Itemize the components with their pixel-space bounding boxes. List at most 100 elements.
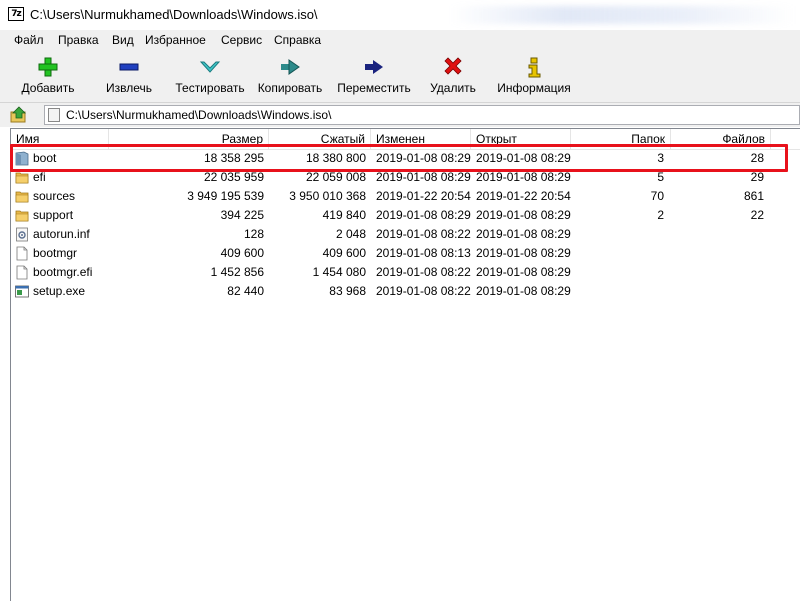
- check-icon: [199, 61, 221, 73]
- column-modified[interactable]: Изменен: [371, 129, 471, 149]
- file-modified: 2019-01-08 08:22: [376, 227, 471, 241]
- file-row-support[interactable]: support 394 225 419 840 2019-01-08 08:29 201…: [11, 206, 800, 225]
- file-list[interactable]: Имя Размер Сжатый Изменен Открыт Папок Ф…: [10, 128, 800, 601]
- column-header: Имя Размер Сжатый Изменен Открыт Папок Ф…: [11, 129, 800, 150]
- file-name: bootmgr.efi: [33, 265, 93, 279]
- file-row-setup-exe[interactable]: setup.exe 82 440 83 968 2019-01-08 08:22 201…: [11, 282, 800, 301]
- test-label: Тестировать: [175, 81, 245, 95]
- toolbar: Добавить Извлечь Тестировать Копировать …: [0, 50, 800, 103]
- file-folder-count: 3: [657, 151, 664, 165]
- menu-view[interactable]: Вид: [112, 33, 134, 47]
- file-folder-count: [571, 225, 664, 244]
- file-modified: 2019-01-08 08:22: [376, 265, 471, 279]
- file-file-count: 28: [750, 151, 764, 165]
- copy-button[interactable]: Копировать: [254, 54, 326, 98]
- info-label: Информация: [497, 81, 571, 95]
- path-file-icon: [48, 108, 60, 122]
- file-name: efi: [33, 170, 46, 184]
- file-rows: boot 18 358 295 18 380 800 2019-01-08 08:29…: [11, 149, 800, 301]
- file-opened: 2019-01-08 08:29: [476, 208, 571, 222]
- plus-icon: [38, 57, 58, 77]
- file-file-count: [671, 244, 764, 263]
- file-file-count: [671, 225, 764, 244]
- file-file-count: [671, 282, 764, 301]
- file-folder-count: 2: [657, 208, 664, 222]
- address-bar: C:\Users\Nurmukhamed\Downloads\Windows.i…: [0, 103, 800, 127]
- file-packed-size: 419 840: [322, 208, 366, 222]
- file-file-count: 861: [743, 189, 764, 203]
- file-packed-size: 1 454 080: [312, 265, 366, 279]
- file-name: bootmgr: [33, 246, 78, 260]
- file-row-efi[interactable]: efi 22 035 959 22 059 008 2019-01-08 08:29 2…: [11, 168, 800, 187]
- file-packed-size: 18 380 800: [305, 151, 366, 165]
- column-spacer: [771, 129, 800, 149]
- file-opened: 2019-01-08 08:29: [476, 170, 571, 184]
- file-packed-size: 3 950 010 368: [289, 189, 366, 203]
- delete-button[interactable]: Удалить: [424, 54, 482, 98]
- file-folder-count: [571, 244, 664, 263]
- file-modified: 2019-01-08 08:29: [376, 170, 471, 184]
- file-opened: 2019-01-08 08:29: [476, 246, 571, 260]
- menu-favorites[interactable]: Избранное: [145, 33, 206, 47]
- copy-arrow-icon: [281, 59, 300, 75]
- file-modified: 2019-01-22 20:54: [376, 189, 471, 203]
- move-button[interactable]: Переместить: [334, 54, 414, 98]
- column-name[interactable]: Имя: [11, 129, 109, 149]
- copy-label: Копировать: [257, 81, 323, 95]
- file-file-count: 22: [750, 208, 764, 222]
- file-size: 1 452 856: [210, 265, 264, 279]
- 7zip-app-icon[interactable]: 7z: [8, 7, 24, 21]
- file-modified: 2019-01-08 08:13: [376, 246, 471, 260]
- file-modified: 2019-01-08 08:29: [376, 151, 471, 165]
- add-button[interactable]: Добавить: [14, 54, 82, 98]
- file-row-autorun-inf[interactable]: autorun.inf 128 2 048 2019-01-08 08:22 2019-…: [11, 225, 800, 244]
- file-opened: 2019-01-08 08:29: [476, 284, 571, 298]
- column-packed[interactable]: Сжатый: [269, 129, 371, 149]
- test-button[interactable]: Тестировать: [172, 54, 248, 98]
- extract-button[interactable]: Извлечь: [96, 54, 162, 98]
- file-size: 394 225: [220, 208, 264, 222]
- file-size: 82 440: [227, 284, 264, 298]
- title-bar: 7z C:\Users\Nurmukhamed\Downloads\Window…: [0, 0, 800, 30]
- column-files[interactable]: Файлов: [671, 129, 771, 149]
- path-text: C:\Users\Nurmukhamed\Downloads\Windows.i…: [66, 108, 332, 122]
- file-row-sources[interactable]: sources 3 949 195 539 3 950 010 368 2019-01…: [11, 187, 800, 206]
- file-packed-size: 83 968: [329, 284, 366, 298]
- file-opened: 2019-01-08 08:29: [476, 265, 571, 279]
- column-folders[interactable]: Папок: [571, 129, 671, 149]
- file-name: sources: [33, 189, 76, 203]
- file-folder-count: 5: [657, 170, 664, 184]
- menu-help[interactable]: Справка: [274, 33, 321, 47]
- delete-label: Удалить: [430, 81, 476, 95]
- file-name: setup.exe: [33, 284, 86, 298]
- file-packed-size: 409 600: [322, 246, 366, 260]
- file-packed-size: 22 059 008: [305, 170, 366, 184]
- file-name: support: [33, 208, 74, 222]
- file-opened: 2019-01-22 20:54: [476, 189, 571, 203]
- menu-bar: Файл Правка Вид Избранное Сервис Справка: [0, 30, 800, 50]
- column-size[interactable]: Размер: [109, 129, 269, 149]
- file-row-bootmgr-efi[interactable]: bootmgr.efi 1 452 856 1 454 080 2019-01-08 …: [11, 263, 800, 282]
- file-row-bootmgr[interactable]: bootmgr 409 600 409 600 2019-01-08 08:13 201…: [11, 244, 800, 263]
- add-label: Добавить: [21, 81, 75, 95]
- path-field[interactable]: C:\Users\Nurmukhamed\Downloads\Windows.i…: [44, 105, 800, 125]
- column-opened[interactable]: Открыт: [471, 129, 571, 149]
- file-name: autorun.inf: [33, 227, 90, 241]
- file-size: 3 949 195 539: [187, 189, 264, 203]
- blurred-background-overlay: [450, 6, 795, 24]
- menu-edit[interactable]: Правка: [58, 33, 99, 47]
- file-size: 128: [243, 227, 264, 241]
- delete-x-icon: [444, 57, 462, 75]
- file-size: 18 358 295: [203, 151, 264, 165]
- menu-tools[interactable]: Сервис: [221, 33, 262, 47]
- up-folder-icon[interactable]: [10, 106, 28, 124]
- menu-file[interactable]: Файл: [14, 33, 44, 47]
- file-packed-size: 2 048: [335, 227, 366, 241]
- info-button[interactable]: Информация: [494, 54, 574, 98]
- file-folder-count: [571, 263, 664, 282]
- file-modified: 2019-01-08 08:22: [376, 284, 471, 298]
- move-label: Переместить: [337, 81, 411, 95]
- file-folder-count: [571, 282, 664, 301]
- file-row-boot[interactable]: boot 18 358 295 18 380 800 2019-01-08 08:29…: [11, 149, 800, 168]
- file-file-count: 29: [750, 170, 764, 184]
